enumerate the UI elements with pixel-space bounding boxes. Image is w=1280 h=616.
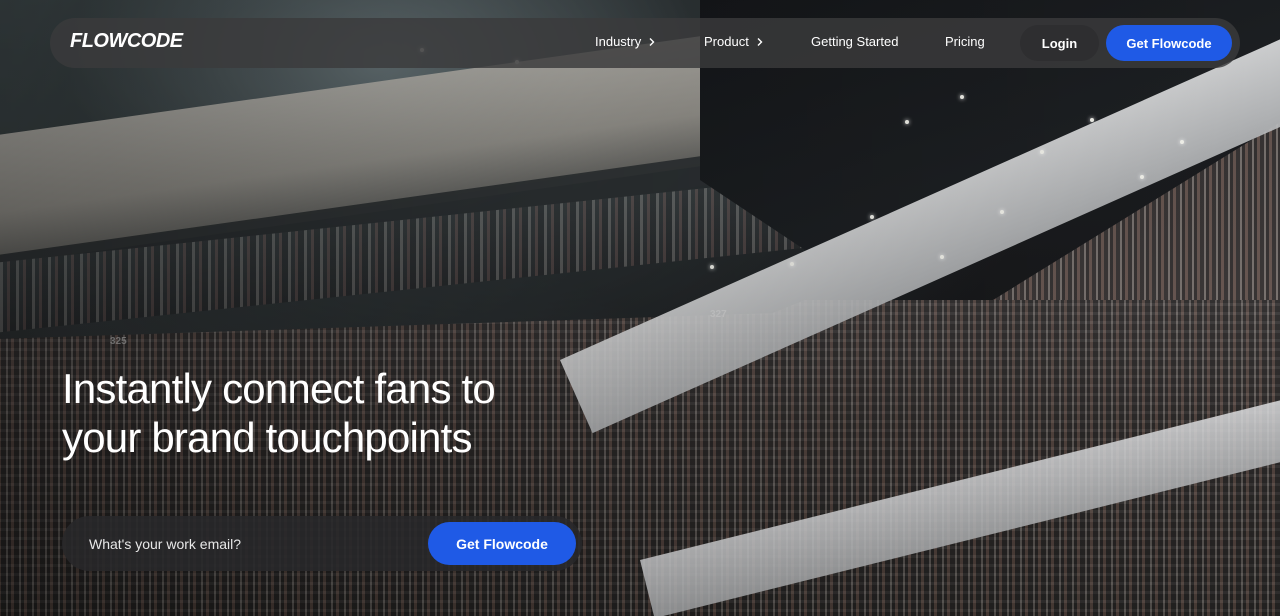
nav-item-label: Product xyxy=(704,34,749,49)
nav-item-label: Getting Started xyxy=(811,34,899,49)
nav-item-pricing[interactable]: Pricing xyxy=(945,34,985,49)
chevron-right-icon xyxy=(757,37,763,46)
nav-item-label: Industry xyxy=(595,34,642,49)
flowcode-logo[interactable]: FLOWCODE xyxy=(70,30,183,53)
get-flowcode-nav-button[interactable]: Get Flowcode xyxy=(1106,25,1232,61)
hero-section: 325 327 FLOWCODE Industry Product Gettin… xyxy=(0,0,1280,616)
headline-line: Instantly connect fans to xyxy=(62,365,496,412)
nav-item-label: Pricing xyxy=(945,34,985,49)
headline-line: your brand touchpoints xyxy=(62,414,472,461)
top-navigation: FLOWCODE Industry Product Getting Starte… xyxy=(50,18,1240,68)
nav-item-industry[interactable]: Industry xyxy=(595,34,657,49)
nav-item-product[interactable]: Product xyxy=(704,34,765,49)
hero-headline: Instantly connect fans to your brand tou… xyxy=(62,364,582,462)
work-email-input[interactable] xyxy=(82,516,419,571)
get-flowcode-submit-button[interactable]: Get Flowcode xyxy=(428,522,576,565)
email-signup-form: Get Flowcode xyxy=(62,516,582,571)
nav-item-getting-started[interactable]: Getting Started xyxy=(811,34,898,49)
login-button[interactable]: Login xyxy=(1020,25,1099,61)
chevron-right-icon xyxy=(649,37,655,46)
